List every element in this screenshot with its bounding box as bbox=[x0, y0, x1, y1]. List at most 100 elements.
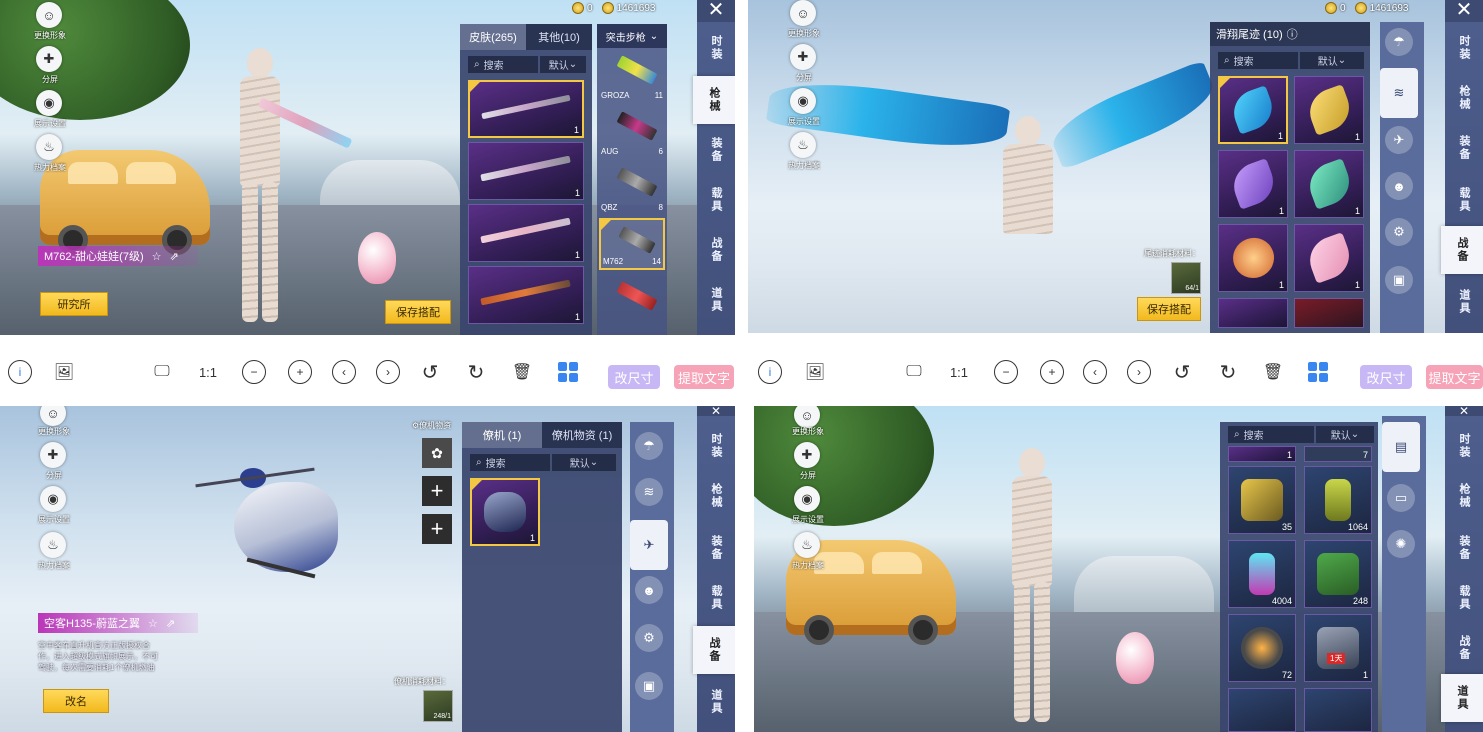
plane-icon[interactable]: ✈ bbox=[1385, 126, 1413, 154]
prev-icon[interactable]: ‹ bbox=[332, 360, 356, 384]
item-slot[interactable]: 1064 bbox=[1304, 466, 1372, 534]
eye-icon[interactable]: ◉ bbox=[794, 486, 820, 512]
monitor-icon[interactable]: 🖵 bbox=[902, 360, 926, 384]
share-icon[interactable]: ✚ bbox=[794, 442, 820, 468]
trail-slot[interactable]: 1 bbox=[1294, 150, 1364, 218]
resize-button[interactable]: 改尺寸 bbox=[608, 365, 660, 389]
zoom-out-icon[interactable]: − bbox=[242, 360, 266, 384]
close-icon[interactable]: ✕ bbox=[697, 0, 735, 22]
tab-battle-prep[interactable]: 战备 bbox=[1445, 624, 1483, 672]
tab-skins[interactable]: 皮肤(265) bbox=[460, 24, 526, 50]
tab-items[interactable]: 道具 bbox=[1441, 674, 1483, 722]
grid-icon[interactable] bbox=[556, 360, 580, 384]
actual-size-button[interactable]: 1:1 bbox=[196, 360, 220, 384]
tab-wingman-supply[interactable]: 僚机物资 (1) bbox=[542, 422, 622, 448]
item-slot[interactable]: 1 bbox=[1228, 446, 1296, 462]
emote-icon[interactable]: ☻ bbox=[635, 576, 663, 604]
search-input[interactable]: ⌕ 搜索 bbox=[1228, 426, 1314, 443]
firework-icon[interactable]: ✺ bbox=[1387, 530, 1415, 558]
tab-weapons[interactable]: 枪械 bbox=[1445, 74, 1483, 122]
skin-slot[interactable]: 1 bbox=[468, 80, 584, 138]
info-icon[interactable]: i bbox=[758, 360, 782, 384]
help-icon[interactable]: ⓘ bbox=[1287, 26, 1298, 42]
parachute-icon[interactable]: ☂ bbox=[1385, 28, 1413, 56]
trail-slot[interactable]: 1 bbox=[1218, 76, 1288, 144]
image-icon[interactable]: 🖼 bbox=[52, 360, 76, 384]
wing-trail-icon[interactable]: ≋ bbox=[1380, 68, 1418, 118]
badge-icon[interactable]: ▣ bbox=[635, 672, 663, 700]
grid-icon[interactable] bbox=[1306, 360, 1330, 384]
search-input[interactable]: ⌕ 搜索 bbox=[470, 454, 550, 471]
trail-slot[interactable] bbox=[1294, 298, 1364, 328]
weapon-item[interactable]: QBZ 8 bbox=[599, 162, 665, 214]
info-icon[interactable]: i bbox=[8, 360, 32, 384]
close-icon[interactable]: ✕ bbox=[1445, 406, 1483, 417]
item-slot[interactable]: 35 bbox=[1228, 466, 1296, 534]
rotate-right-icon[interactable]: ↻ bbox=[1216, 360, 1240, 384]
tab-gear[interactable]: 装备 bbox=[1445, 524, 1483, 572]
item-slot[interactable] bbox=[1228, 688, 1296, 732]
robot-icon[interactable]: ⚙ bbox=[1385, 218, 1413, 246]
plane-icon[interactable]: ✈ bbox=[630, 520, 668, 570]
star-icon[interactable]: ☆ bbox=[152, 250, 162, 263]
monitor-icon[interactable]: 🖵 bbox=[150, 360, 174, 384]
eye-icon[interactable]: ◉ bbox=[36, 90, 62, 116]
skin-slot[interactable]: 1 bbox=[468, 142, 584, 200]
image-icon[interactable]: 🖼 bbox=[803, 360, 827, 384]
item-slot[interactable]: 72 bbox=[1228, 614, 1296, 682]
item-slot[interactable]: 7 bbox=[1304, 446, 1372, 462]
add-slot-button[interactable]: + bbox=[422, 476, 452, 506]
material-slot[interactable]: 248/1 bbox=[423, 690, 453, 722]
emote-icon[interactable]: ☻ bbox=[1385, 172, 1413, 200]
item-slot[interactable]: 1天 1 bbox=[1304, 614, 1372, 682]
skin-slot[interactable]: 1 bbox=[468, 204, 584, 262]
item-slot[interactable]: 4004 bbox=[1228, 540, 1296, 608]
trail-slot[interactable]: 1 bbox=[1218, 224, 1288, 292]
tab-fashion[interactable]: 时装 bbox=[1445, 24, 1483, 72]
trail-slot[interactable] bbox=[1218, 298, 1288, 328]
appearance-icon[interactable]: ☺ bbox=[790, 0, 816, 26]
zoom-in-icon[interactable]: + bbox=[1040, 360, 1064, 384]
robot-icon[interactable]: ⚙ bbox=[635, 624, 663, 652]
share-icon[interactable]: ✚ bbox=[40, 442, 66, 468]
tab-fashion[interactable]: 时装 bbox=[1445, 422, 1483, 470]
tab-vehicles[interactable]: 载具 bbox=[1445, 574, 1483, 622]
tab-other[interactable]: 其他(10) bbox=[526, 24, 592, 50]
tab-items[interactable]: 道具 bbox=[697, 678, 735, 726]
flame-icon[interactable]: ♨ bbox=[790, 132, 816, 158]
tab-wingman[interactable]: 僚机 (1) bbox=[462, 422, 542, 448]
trash-icon[interactable]: 🗑 bbox=[510, 360, 534, 384]
star-icon[interactable]: ☆ bbox=[148, 617, 158, 630]
rotate-right-icon[interactable]: ↻ bbox=[464, 360, 488, 384]
tab-gear[interactable]: 装备 bbox=[697, 126, 735, 174]
tab-vehicles[interactable]: 载具 bbox=[697, 574, 735, 622]
ocr-button[interactable]: 提取文字 bbox=[1426, 365, 1483, 389]
search-input[interactable]: ⌕ 搜索 bbox=[468, 56, 538, 73]
rotate-left-icon[interactable]: ↺ bbox=[418, 360, 442, 384]
supply-slot[interactable]: ✿ bbox=[422, 438, 452, 468]
appearance-icon[interactable]: ☺ bbox=[36, 2, 62, 28]
tab-gear[interactable]: 装备 bbox=[1445, 124, 1483, 172]
tab-fashion[interactable]: 时装 bbox=[697, 422, 735, 470]
prev-icon[interactable]: ‹ bbox=[1083, 360, 1107, 384]
skin-slot[interactable]: 1 bbox=[468, 266, 584, 324]
tab-vehicles[interactable]: 载具 bbox=[697, 176, 735, 224]
eye-icon[interactable]: ◉ bbox=[40, 486, 66, 512]
flame-icon[interactable]: ♨ bbox=[794, 532, 820, 558]
trail-slot[interactable]: 1 bbox=[1294, 224, 1364, 292]
tab-fashion[interactable]: 时装 bbox=[697, 24, 735, 72]
tab-weapons[interactable]: 枪械 bbox=[697, 472, 735, 520]
actual-size-button[interactable]: 1:1 bbox=[947, 360, 971, 384]
trail-slot[interactable]: 1 bbox=[1218, 150, 1288, 218]
badge-icon[interactable]: ▣ bbox=[1385, 266, 1413, 294]
material-slot[interactable]: 64/1 bbox=[1171, 262, 1201, 294]
item-slot[interactable] bbox=[1304, 688, 1372, 732]
sort-dropdown[interactable]: 默认 ⌄ bbox=[1300, 52, 1364, 69]
tab-items[interactable]: 道具 bbox=[1445, 278, 1483, 326]
lab-button[interactable]: 研究所 bbox=[40, 292, 108, 316]
weapon-item[interactable]: GROZA 11 bbox=[599, 50, 665, 102]
save-outfit-button[interactable]: 保存搭配 bbox=[1137, 297, 1201, 321]
share-out-icon[interactable]: ⇗ bbox=[170, 250, 179, 263]
weapon-type-dropdown[interactable]: 突击步枪 ⌄ bbox=[597, 24, 667, 48]
tab-weapons[interactable]: 枪械 bbox=[1445, 472, 1483, 520]
